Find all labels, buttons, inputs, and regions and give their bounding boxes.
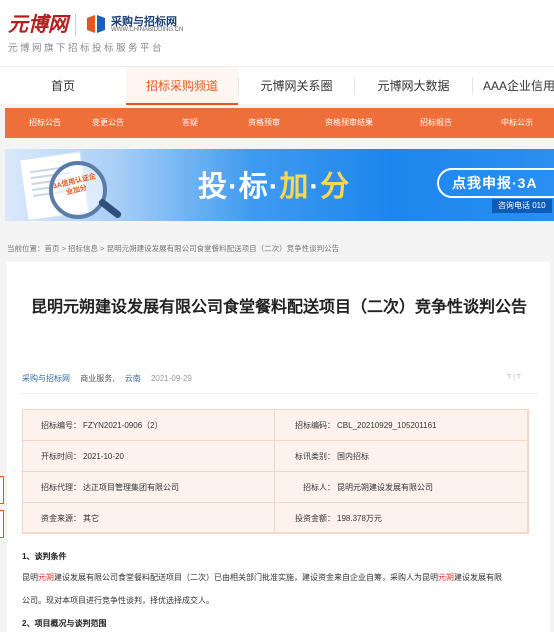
site-logo[interactable]: 元博网: [8, 8, 68, 37]
side-float-tab[interactable]: [0, 476, 4, 504]
subnav-qa[interactable]: 答疑: [182, 108, 198, 138]
subnav-award[interactable]: 中标公示: [501, 108, 533, 138]
nav-big-data[interactable]: 元博网大数据: [355, 67, 472, 105]
amount-cell: 投资金额： 198.378万元: [274, 502, 529, 534]
partner-url: WWW.CHINABIDDING.CN: [111, 27, 184, 33]
subnav-prequal-result[interactable]: 资格预审结果: [325, 108, 373, 138]
divider: [20, 393, 538, 394]
breadcrumb: 当前位置：首页 > 招标信息 > 昆明元朔建设发展有限公司食堂餐料配送项目（二次…: [7, 244, 340, 253]
bid-code-cell: 招标编码： CBL_20210929_105201161: [274, 409, 529, 441]
main-nav: 首页 招标采购频道 元博网关系圈 元博网大数据 AAA企业信用: [0, 66, 554, 105]
subnav-bid-notice[interactable]: 招标公告: [29, 108, 61, 138]
subnav-prequal[interactable]: 资格预审: [248, 108, 280, 138]
site-subtitle: 元博网旗下招标投标服务平台: [8, 43, 165, 54]
article-meta: 采购与招标网 商业服务, 云南 2021-09-29: [22, 373, 192, 384]
promo-banner[interactable]: 3A信用认证企业加分 投·标·加·分 点我申报·3A 咨询电话 010: [5, 149, 554, 221]
paragraph: 昆明元朔建设发展有限公司食堂餐料配送项目（二次）已由相关部门批准实施，建设资金来…: [22, 573, 502, 582]
article-date: 2021-09-29: [150, 374, 192, 383]
font-size-toggle[interactable]: T | T: [507, 374, 521, 381]
consult-phone: 咨询电话 010: [492, 199, 552, 213]
article-source[interactable]: 采购与招标网: [22, 374, 70, 383]
agent-cell: 招标代理： 达正项目管理集团有限公司: [22, 471, 275, 503]
open-time-cell: 开标时间： 2021-10-20: [22, 440, 275, 472]
table-row: 资金来源： 其它 投资金额： 198.378万元: [22, 502, 529, 534]
table-row: 招标编号： FZYN2021-0906（2） 招标编码： CBL_20210929_…: [22, 409, 529, 441]
article-category: 商业服务,: [80, 374, 115, 383]
paragraph: 公司。现对本项目进行竞争性谈判，择优选择成交人。: [22, 596, 214, 605]
subnav-bid-report[interactable]: 招标报告: [420, 108, 452, 138]
banner-slogan: 投·标·加·分: [198, 171, 351, 203]
bid-type-cell: 标讯类别： 国内招标: [274, 440, 529, 472]
bid-no-cell: 招标编号： FZYN2021-0906（2）: [22, 409, 275, 441]
apply-button[interactable]: 点我申报·3A: [452, 173, 538, 193]
section-heading: 2、项目概况与谈判范围: [22, 619, 107, 628]
section-heading: 1、谈判条件: [22, 552, 67, 561]
side-float-tab[interactable]: [0, 510, 4, 538]
channel-subnav: 招标公告 变更公告 答疑 资格预审 资格预审结果 招标报告 中标公示: [5, 108, 554, 138]
bid-info-table: 招标编号： FZYN2021-0906（2） 招标编码： CBL_20210929_…: [22, 409, 529, 534]
fund-cell: 资金来源： 其它: [22, 502, 275, 534]
partner-logo-icon: [87, 15, 105, 33]
subnav-change-notice[interactable]: 变更公告: [92, 108, 124, 138]
article-region[interactable]: 云南: [125, 374, 141, 383]
nav-credit[interactable]: AAA企业信用: [473, 67, 554, 105]
nav-relations[interactable]: 元博网关系圈: [239, 67, 354, 105]
table-row: 开标时间： 2021-10-20 标讯类别： 国内招标: [22, 440, 529, 472]
site-header: 元博网 采购与招标网 WWW.CHINABIDDING.CN 元博网旗下招标投标…: [0, 0, 554, 66]
article-title: 昆明元朔建设发展有限公司食堂餐料配送项目（二次）竞争性谈判公告: [30, 299, 527, 316]
table-row: 招标代理： 达正项目管理集团有限公司 招标人： 昆明元朔建设发展有限公司: [22, 471, 529, 503]
nav-home[interactable]: 首页: [0, 67, 126, 105]
tenderer-cell: 招标人： 昆明元朔建设发展有限公司: [274, 471, 529, 503]
nav-bidding-channel[interactable]: 招标采购频道: [126, 67, 238, 105]
logo-divider: [75, 14, 76, 36]
